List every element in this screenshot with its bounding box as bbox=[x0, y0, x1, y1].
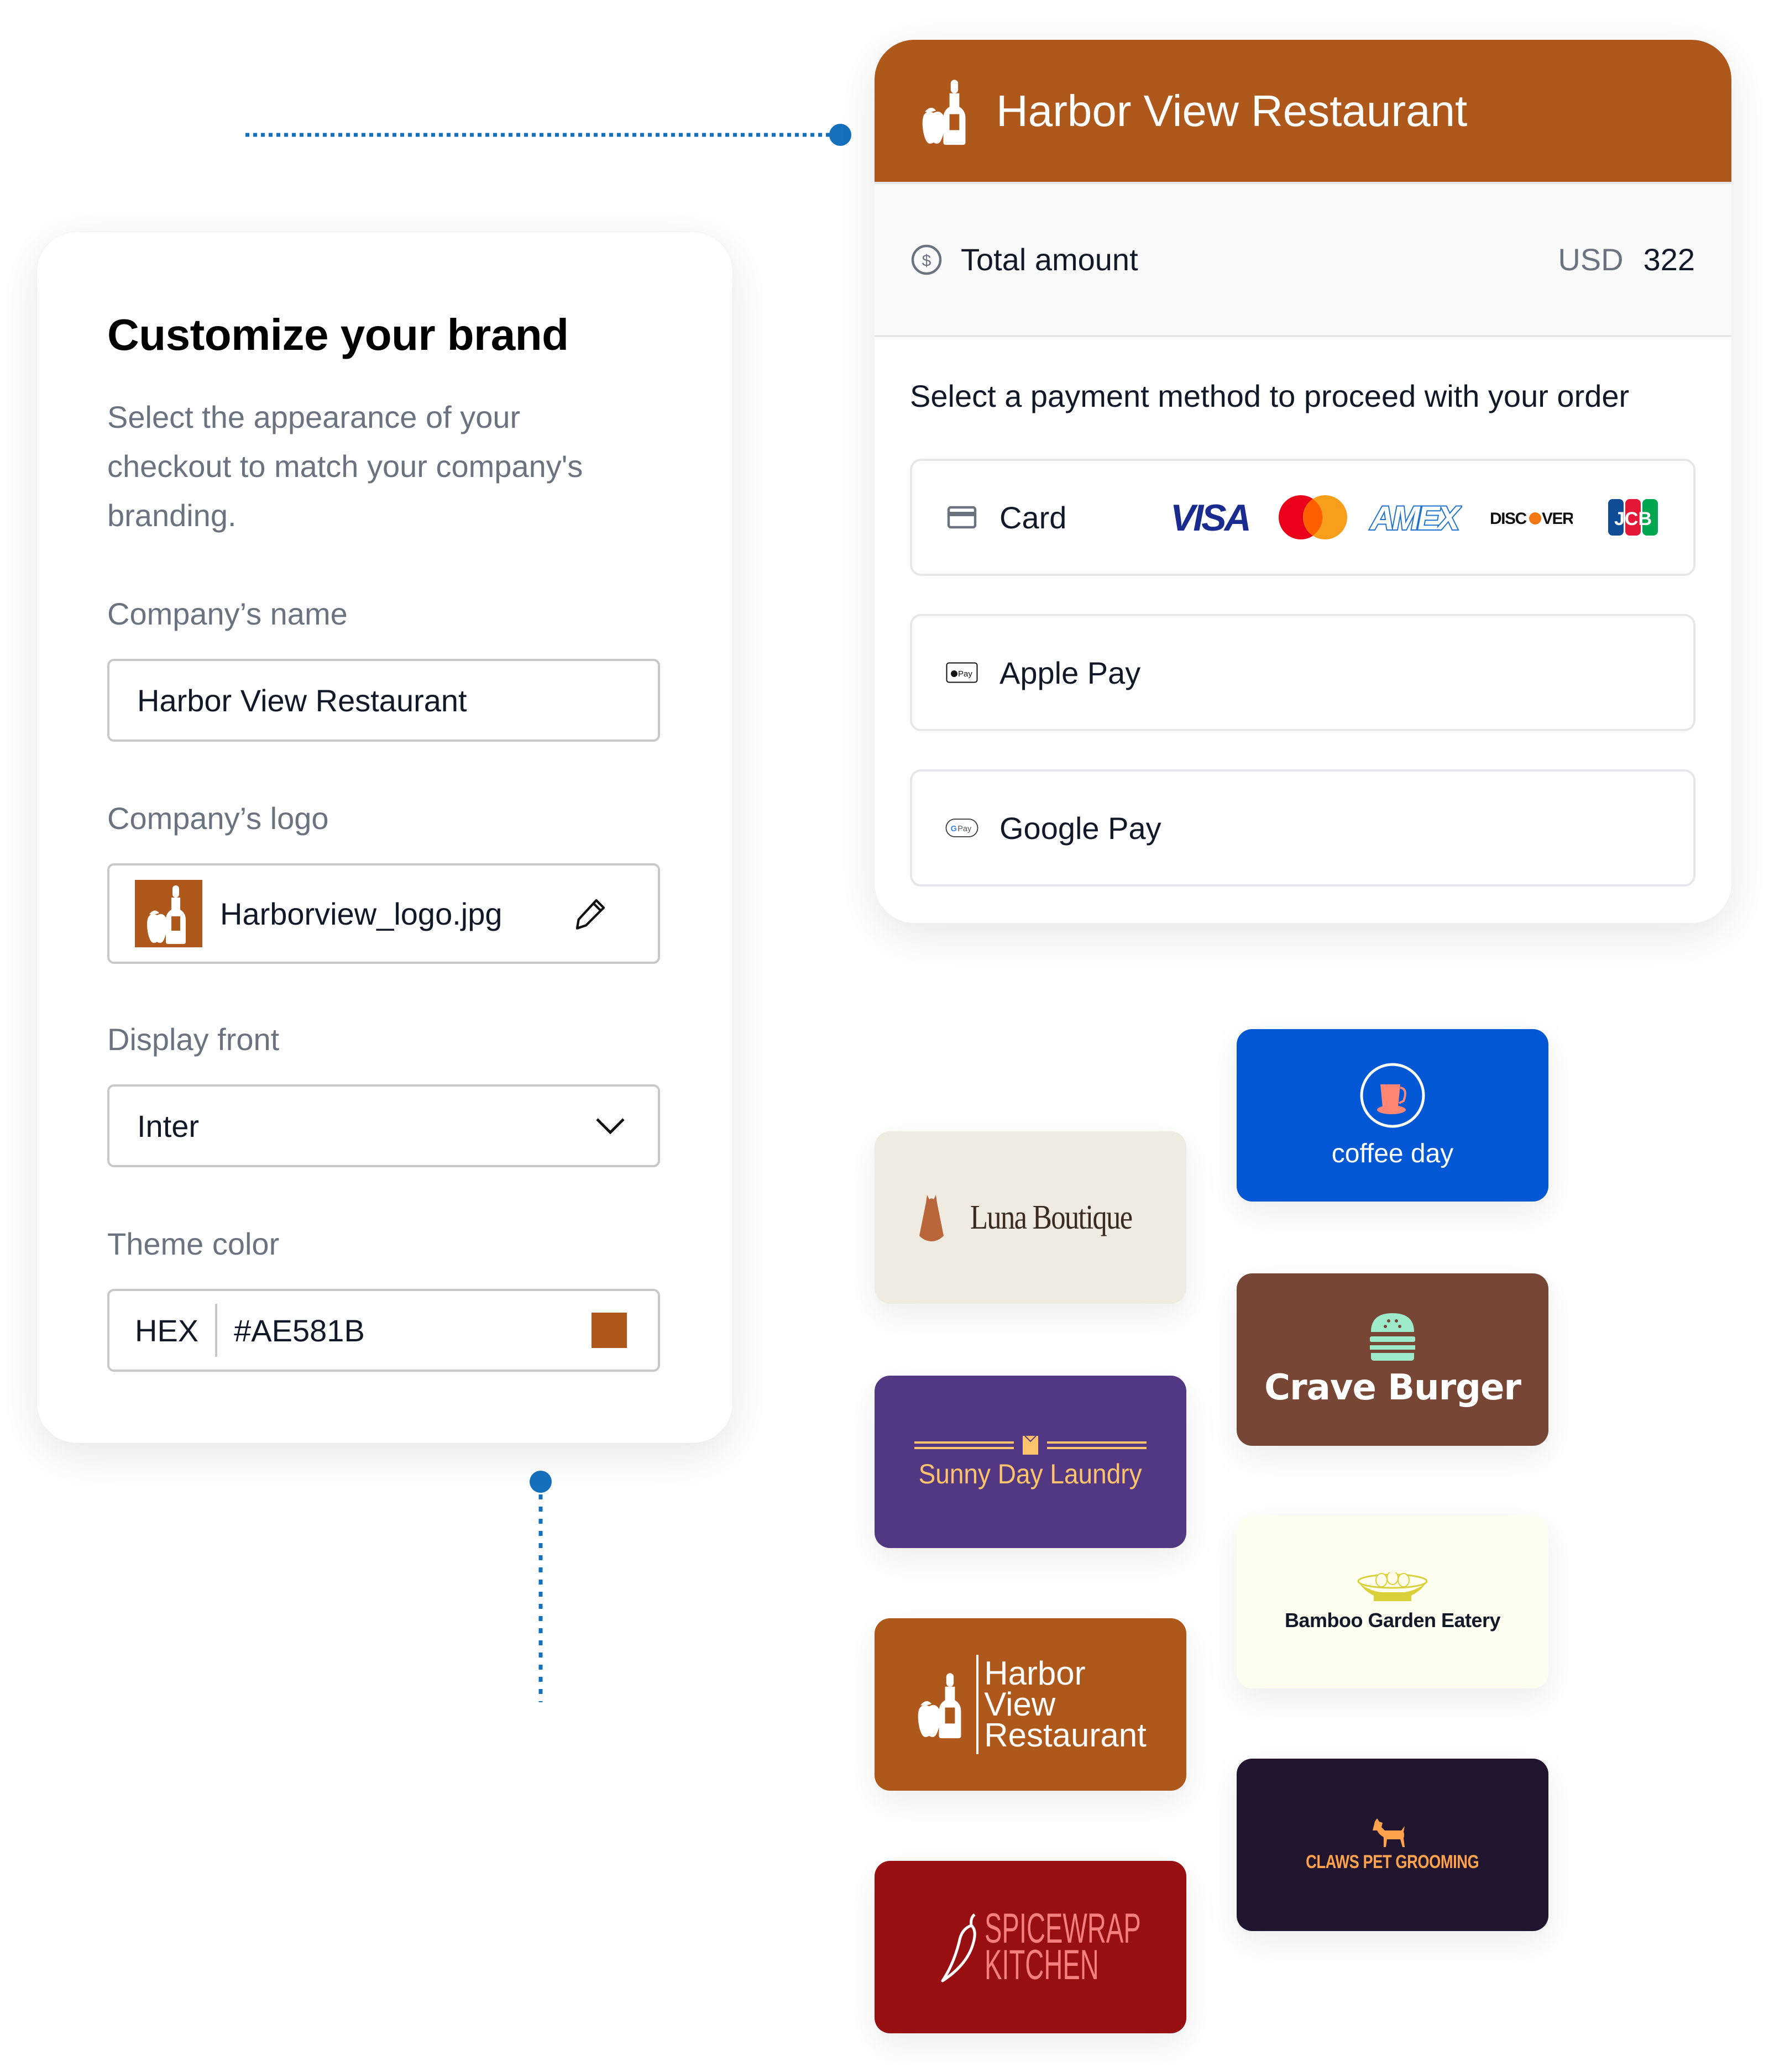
theme-color-input[interactable]: HEX #AE581B bbox=[107, 1289, 660, 1372]
svg-text:AMEX: AMEX bbox=[1369, 500, 1462, 535]
brand-tile-name-line: Harbor bbox=[984, 1655, 1086, 1692]
color-format-label[interactable]: HEX bbox=[135, 1313, 198, 1349]
brand-tile-name: Harbor View Restaurant bbox=[984, 1655, 1147, 1754]
brand-tile-spicewrap-kitchen[interactable]: SPICEWRAP KITCHEN bbox=[875, 1861, 1186, 2033]
company-name-label: Company’s name bbox=[107, 596, 348, 631]
color-swatch[interactable] bbox=[592, 1313, 627, 1348]
dumpling-bowl-icon bbox=[1357, 1572, 1428, 1601]
apple-pay-icon: Pay bbox=[946, 662, 978, 683]
brand-tile-name: coffee day bbox=[1331, 1139, 1454, 1168]
brand-tile-name: Crave Burger bbox=[1264, 1367, 1521, 1408]
amex-logo-icon: AMEX bbox=[1368, 500, 1462, 535]
visa-logo-icon: VISA bbox=[1170, 500, 1252, 535]
svg-text:Pay: Pay bbox=[957, 825, 972, 833]
logo-thumbnail bbox=[135, 880, 202, 947]
display-font-select[interactable]: Inter bbox=[107, 1084, 660, 1167]
google-pay-icon: G Pay bbox=[945, 819, 978, 837]
brand-tile-name: Luna Boutique bbox=[970, 1198, 1133, 1236]
dog-icon bbox=[1373, 1818, 1405, 1847]
currency-code: USD bbox=[1558, 242, 1624, 277]
svg-text:VER: VER bbox=[1542, 510, 1573, 528]
burger-icon bbox=[1370, 1313, 1415, 1361]
brand-tile-harbor-view-restaurant[interactable]: Harbor View Restaurant bbox=[875, 1618, 1186, 1791]
jcb-logo-icon: JCB bbox=[1608, 499, 1658, 536]
brand-tile-name: SPICEWRAP KITCHEN bbox=[985, 1908, 1141, 1989]
credit-card-icon bbox=[947, 506, 977, 529]
tile-divider bbox=[976, 1655, 979, 1754]
total-amount-value: 322 bbox=[1643, 242, 1695, 277]
payment-option-apple-pay[interactable]: Pay Apple Pay bbox=[910, 614, 1695, 731]
payment-option-card[interactable]: Card VISA AMEX DISC VER JCB bbox=[910, 459, 1695, 576]
display-font-label: Display front bbox=[107, 1022, 280, 1057]
shirt-icon bbox=[914, 1435, 1147, 1455]
brand-tile-name-line: KITCHEN bbox=[985, 1942, 1099, 1989]
display-font-value: Inter bbox=[137, 1108, 200, 1143]
brand-tile-sunny-day-laundry[interactable]: Sunny Day Laundry bbox=[875, 1376, 1186, 1548]
svg-text:DISC: DISC bbox=[1490, 510, 1527, 528]
brand-tile-crave-burger[interactable]: Crave Burger bbox=[1237, 1273, 1548, 1446]
brand-tile-name: Bamboo Garden Eatery bbox=[1284, 1609, 1501, 1632]
theme-color-value: #AE581B bbox=[234, 1313, 365, 1348]
hex-divider bbox=[215, 1304, 218, 1357]
brand-tile-claws-pet-grooming[interactable]: CLAWS PET GROOMING bbox=[1237, 1759, 1548, 1931]
payment-option-label: Card bbox=[999, 500, 1067, 535]
checkout-preview-card: Harbor View Restaurant $ Total amount US… bbox=[875, 40, 1731, 923]
checkout-header: Harbor View Restaurant bbox=[875, 40, 1731, 182]
theme-color-label: Theme color bbox=[107, 1226, 280, 1261]
payment-option-google-pay[interactable]: G Pay Google Pay bbox=[910, 769, 1695, 886]
total-amount-label: Total amount bbox=[961, 242, 1138, 277]
company-name-input[interactable]: Harbor View Restaurant bbox=[107, 659, 660, 742]
card-brand-logos: VISA AMEX DISC VER JCB bbox=[1168, 492, 1658, 542]
dollar-circle-icon: $ bbox=[911, 244, 942, 275]
wine-apple-icon bbox=[918, 1673, 961, 1739]
brand-tile-name-line: Restaurant bbox=[984, 1717, 1147, 1754]
svg-text:$: $ bbox=[922, 251, 931, 270]
svg-text:JCB: JCB bbox=[1614, 508, 1652, 529]
brand-tile-coffee-day[interactable]: coffee day bbox=[1237, 1029, 1548, 1202]
total-amount-row: $ Total amount USD 322 bbox=[875, 182, 1731, 337]
payment-prompt: Select a payment method to proceed with … bbox=[910, 379, 1630, 413]
discover-logo-icon: DISC VER bbox=[1490, 510, 1573, 528]
brand-tile-name: Sunny Day Laundry bbox=[918, 1459, 1143, 1489]
brand-tile-name: CLAWS PET GROOMING bbox=[1306, 1851, 1479, 1872]
connector-bottom-dot bbox=[530, 1471, 552, 1493]
brand-description: Select the appearance of your checkout t… bbox=[107, 400, 583, 533]
company-logo-upload[interactable]: Harborview_logo.jpg bbox=[107, 863, 660, 964]
chili-pepper-icon bbox=[941, 1913, 976, 1982]
dress-icon bbox=[919, 1195, 944, 1241]
wine-apple-icon bbox=[147, 885, 186, 944]
payment-option-label: Apple Pay bbox=[999, 655, 1141, 690]
svg-text:VISA: VISA bbox=[1170, 500, 1249, 535]
chevron-down-icon bbox=[596, 1118, 625, 1135]
checkout-merchant-name: Harbor View Restaurant bbox=[996, 86, 1468, 135]
svg-text:G: G bbox=[951, 825, 957, 833]
coffee-cup-icon bbox=[1360, 1063, 1425, 1127]
brand-tile-bamboo-garden-eatery[interactable]: Bamboo Garden Eatery bbox=[1237, 1516, 1548, 1688]
payment-option-label: Google Pay bbox=[999, 810, 1161, 846]
brand-title: Customize your brand bbox=[107, 310, 569, 359]
svg-text:Pay: Pay bbox=[958, 669, 972, 679]
pencil-icon[interactable] bbox=[573, 896, 608, 931]
wine-apple-icon bbox=[922, 79, 966, 145]
company-name-value: Harbor View Restaurant bbox=[137, 683, 467, 718]
brand-tile-name-line: View bbox=[984, 1686, 1056, 1723]
connector-top-dot bbox=[829, 124, 851, 146]
brand-tile-luna-boutique[interactable]: Luna Boutique bbox=[875, 1131, 1186, 1304]
mastercard-logo-icon bbox=[1279, 495, 1347, 539]
logo-file-name: Harborview_logo.jpg bbox=[220, 896, 503, 931]
company-logo-label: Company’s logo bbox=[107, 801, 329, 836]
